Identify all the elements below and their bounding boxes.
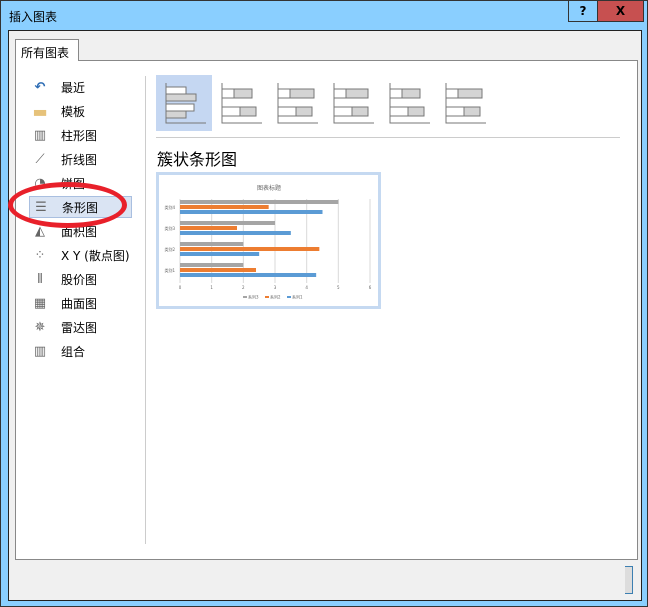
sidebar-item-label: 曲面图	[61, 296, 98, 311]
sidebar-item-label: 最近	[61, 80, 86, 95]
bar-系列1	[180, 231, 291, 235]
sidebar-item-pie-chart[interactable]: ◔ 饼图	[29, 172, 132, 194]
surface-chart-icon: ▦	[33, 295, 47, 311]
sidebar-item-radar-chart[interactable]: ✵ 雷达图	[29, 316, 132, 338]
bar-系列1	[180, 252, 260, 256]
bar-系列3	[180, 242, 244, 246]
bar-系列2	[180, 205, 269, 209]
subtype-title: 簇状条形图	[157, 150, 238, 169]
stacked-bar-icon	[221, 83, 262, 124]
sidebar-item-label: 柱形图	[61, 128, 98, 143]
sidebar-item-folder[interactable]: ▬ 模板	[29, 100, 132, 122]
sidebar-item-scatter-chart[interactable]: ⁘ X Y (散点图)	[29, 244, 132, 266]
tick-label: 5	[337, 285, 340, 290]
3d-stacked-bar-icon	[389, 83, 430, 124]
sidebar-item-surface-chart[interactable]: ▦ 曲面图	[29, 292, 132, 314]
divider	[145, 76, 146, 544]
tick-label: 4	[305, 285, 308, 290]
legend-swatch	[287, 296, 291, 298]
sidebar-item-combo-chart[interactable]: ▥ 组合	[29, 340, 132, 362]
bar-系列1	[180, 210, 323, 214]
subtype-100-stacked-bar[interactable]	[268, 75, 324, 131]
help-button[interactable]: ?	[568, 1, 598, 22]
sidebar-item-label: 雷达图	[61, 320, 98, 335]
bar-系列3	[180, 221, 275, 225]
sidebar-item-label: 股价图	[61, 272, 98, 287]
sidebar-item-label: 模板	[61, 104, 86, 119]
category-label: 类别4	[164, 204, 175, 210]
sidebar-item-line-chart[interactable]: ⟋ 折线图	[29, 148, 132, 170]
clustered-bar-icon	[165, 83, 206, 124]
chart-preview[interactable]: 图表标题 0 1 2 3 4 5 6 类别1 类别2 类别3 类别4 系列3 系列2 系列1	[156, 172, 381, 309]
subtype-clustered-bar[interactable]	[156, 75, 212, 131]
recent-icon: ↶	[34, 79, 46, 95]
preview-chart: 图表标题 0 1 2 3 4 5 6 类别1 类别2 类别3 类别4 系列3 系列2 系列1	[164, 184, 372, 300]
sidebar-item-bar-chart[interactable]: ☰ 条形图	[29, 196, 132, 218]
tick-label: 2	[242, 285, 245, 290]
pie-chart-icon: ◔	[34, 175, 46, 191]
dialog-title: 插入图表	[9, 10, 58, 24]
area-chart-icon: ◭	[35, 223, 45, 239]
sidebar-item-label: X Y (散点图)	[61, 248, 130, 263]
close-button[interactable]: X	[598, 1, 644, 22]
sidebar-item-stock-chart[interactable]: ⫴ 股价图	[29, 268, 132, 290]
combo-chart-icon: ▥	[33, 343, 47, 359]
subtype-3d-stacked-bar[interactable]	[380, 75, 436, 131]
bar-系列2	[180, 268, 256, 272]
stock-chart-icon: ⫴	[37, 271, 43, 287]
category-label: 类别2	[164, 246, 175, 252]
legend-label: 系列2	[270, 294, 281, 300]
tab-all-charts[interactable]: 所有图表	[15, 39, 79, 61]
chart-title: 图表标题	[257, 184, 281, 192]
bar-系列1	[180, 273, 317, 277]
scatter-chart-icon: ⁘	[34, 247, 46, 263]
bar-系列2	[180, 226, 237, 230]
ok-button[interactable]	[625, 566, 633, 594]
folder-icon: ▬	[32, 101, 48, 121]
subtype-gallery	[156, 75, 492, 131]
sidebar-item-column-chart[interactable]: ▥ 柱形图	[29, 124, 132, 146]
tick-label: 1	[210, 285, 213, 290]
line-chart-icon: ⟋	[35, 151, 45, 167]
3d-clustered-bar-icon	[333, 83, 374, 124]
sidebar-item-area-chart[interactable]: ◭ 面积图	[29, 220, 132, 242]
tick-label: 0	[179, 285, 182, 290]
radar-chart-icon: ✵	[34, 319, 46, 335]
3d-100-stacked-bar-icon	[445, 83, 486, 124]
legend-label: 系列1	[292, 294, 303, 300]
bar-系列3	[180, 263, 244, 267]
sidebar-item-recent[interactable]: ↶ 最近	[29, 76, 132, 98]
bar-chart-icon: ☰	[35, 199, 47, 215]
tick-label: 3	[274, 285, 277, 290]
column-chart-icon: ▥	[33, 127, 47, 143]
sidebar-item-label: 面积图	[61, 224, 98, 239]
legend-swatch	[265, 296, 269, 298]
dialog-window: 插入图表 ? X 所有图表 ↶ 最近 ▬ 模板 ▥ 柱形图 ⟋ 折线图 ◔ 饼图 ☰ 条形图 ◭ 面积图 ⁘…	[0, 0, 648, 607]
100-stacked-bar-icon	[277, 83, 318, 124]
tick-label: 6	[369, 285, 372, 290]
sidebar-item-label: 组合	[61, 344, 86, 359]
sidebar-item-label: 条形图	[62, 200, 99, 215]
separator	[156, 137, 620, 138]
category-label: 类别1	[164, 267, 175, 273]
category-label: 类别3	[164, 225, 175, 231]
bar-系列3	[180, 200, 339, 204]
subtype-stacked-bar[interactable]	[212, 75, 268, 131]
legend-swatch	[243, 296, 247, 298]
subtype-3d-100-stacked-bar[interactable]	[436, 75, 492, 131]
sidebar-item-label: 折线图	[61, 152, 98, 167]
legend-label: 系列3	[248, 294, 259, 300]
bar-系列2	[180, 247, 320, 251]
sidebar-item-label: 饼图	[61, 176, 86, 191]
subtype-3d-clustered-bar[interactable]	[324, 75, 380, 131]
